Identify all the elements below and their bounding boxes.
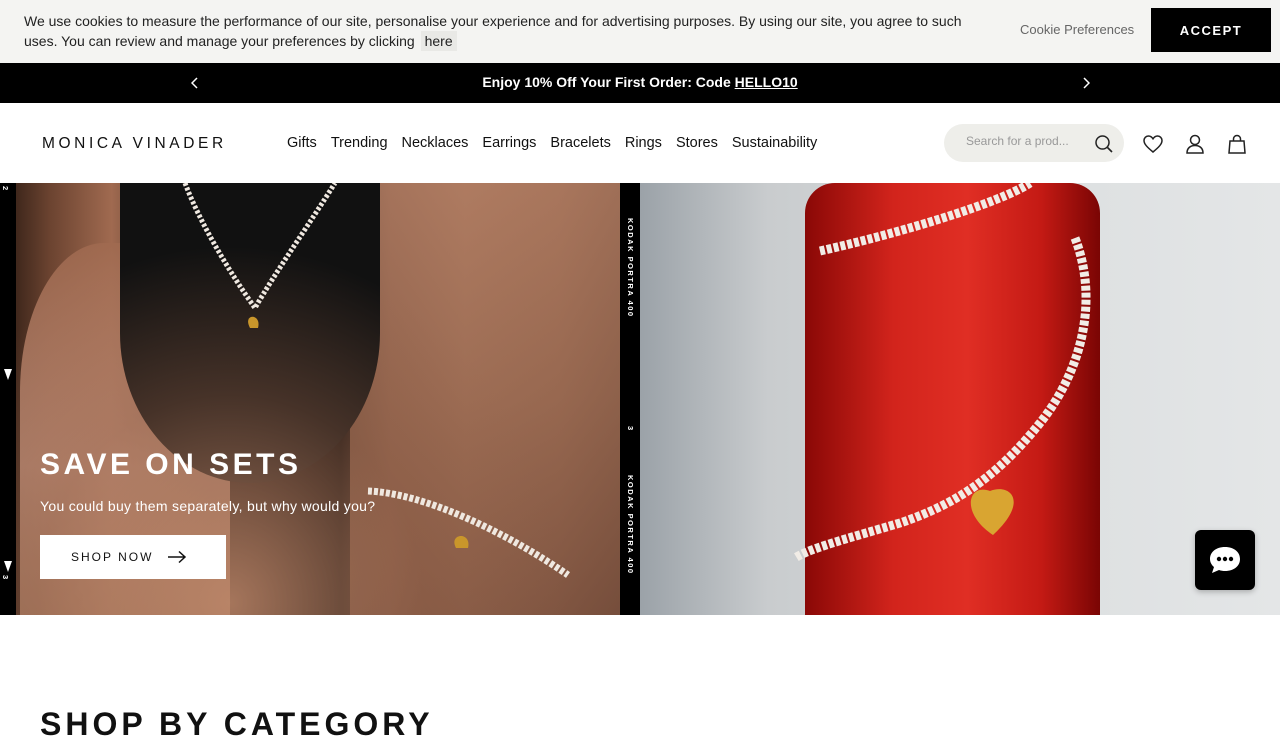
brand-logo[interactable]: MONICA VINADER (42, 135, 227, 153)
shop-now-button[interactable]: SHOP NOW (40, 535, 226, 579)
chevron-right-icon[interactable] (1078, 74, 1094, 92)
search-input[interactable] (966, 134, 1086, 148)
site-header: MONICA VINADER Gifts Trending Necklaces … (0, 103, 1280, 183)
hero-subtitle: You could buy them separately, but why w… (40, 498, 376, 514)
nav-item-bracelets[interactable]: Bracelets (550, 135, 610, 151)
promo-code-link[interactable]: HELLO10 (735, 74, 798, 90)
section-title: SHOP BY CATEGORY (40, 706, 434, 742)
cookie-here-link[interactable]: here (420, 31, 457, 51)
shop-now-label: SHOP NOW (71, 550, 154, 564)
arrow-right-icon (168, 550, 187, 564)
nav-item-trending[interactable]: Trending (331, 135, 388, 151)
nav-item-necklaces[interactable]: Necklaces (402, 135, 469, 151)
heart-icon[interactable] (1142, 133, 1164, 155)
cookie-message-text: We use cookies to measure the performanc… (24, 13, 962, 49)
main-nav: Gifts Trending Necklaces Earrings Bracel… (287, 135, 831, 151)
chat-bubble-icon (1210, 547, 1240, 573)
search-icon[interactable] (1094, 134, 1114, 154)
nav-item-gifts[interactable]: Gifts (287, 135, 317, 151)
cookie-banner: We use cookies to measure the performanc… (0, 0, 1280, 63)
cookie-message: We use cookies to measure the performanc… (24, 11, 964, 51)
chat-button[interactable] (1195, 530, 1255, 590)
nav-item-rings[interactable]: Rings (625, 135, 662, 151)
promo-text: Enjoy 10% Off Your First Order: Code (482, 74, 731, 90)
search-box (944, 124, 1124, 162)
promo-banner: Enjoy 10% Off Your First Order: Code HEL… (0, 63, 1280, 103)
cookie-preferences-link[interactable]: Cookie Preferences (1020, 22, 1134, 37)
nav-item-sustainability[interactable]: Sustainability (732, 135, 817, 151)
hero-title: SAVE ON SETS (40, 448, 302, 481)
bag-icon[interactable] (1226, 133, 1248, 155)
nav-item-stores[interactable]: Stores (676, 135, 718, 151)
user-icon[interactable] (1184, 133, 1206, 155)
nav-item-earrings[interactable]: Earrings (482, 135, 536, 151)
hero-banner[interactable]: 2 3 KODAK PORTRA 400 3 KODAK PORTRA 400 … (0, 183, 1280, 615)
accept-cookies-button[interactable]: ACCEPT (1151, 8, 1271, 52)
hero-copy: SAVE ON SETS You could buy them separate… (40, 448, 375, 514)
